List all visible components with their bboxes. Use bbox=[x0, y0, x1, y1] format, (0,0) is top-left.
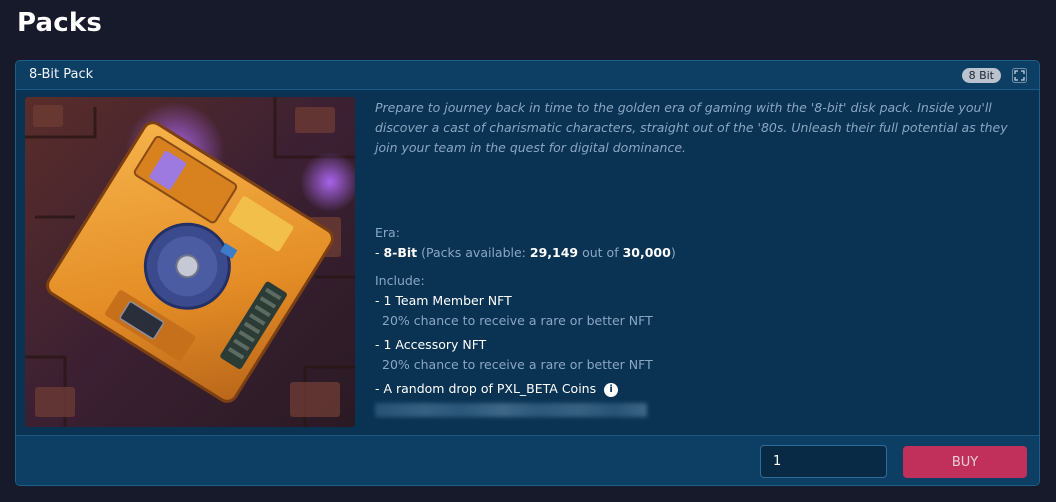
include-item-accessory-chance: 20% chance to receive a rare or better N… bbox=[382, 357, 653, 372]
card-body: Prepare to journey back in time to the g… bbox=[16, 90, 1039, 435]
include-item-accessory: - 1 Accessory NFT bbox=[375, 337, 487, 352]
era-line: - 8-Bit (Packs available: 29,149 out of … bbox=[375, 243, 1015, 263]
include-label: Include: bbox=[375, 273, 425, 288]
packs-total: 30,000 bbox=[622, 245, 671, 260]
include-item-coins-text: - A random drop of PXL_BETA Coins bbox=[375, 381, 597, 396]
era-label: Era: bbox=[375, 225, 400, 240]
include-item-team-member: - 1 Team Member NFT bbox=[375, 293, 512, 308]
pack-title: 8-Bit Pack bbox=[29, 67, 94, 82]
page-title: Packs bbox=[17, 8, 103, 38]
include-item-team-member-chance: 20% chance to receive a rare or better N… bbox=[382, 313, 653, 328]
pack-image bbox=[25, 97, 355, 427]
card-header: 8-Bit Pack 8 Bit bbox=[16, 61, 1039, 90]
info-icon[interactable]: i bbox=[604, 382, 619, 397]
expand-icon[interactable] bbox=[1012, 68, 1027, 83]
avail-close: ) bbox=[670, 245, 676, 260]
quantity-input[interactable] bbox=[760, 445, 887, 478]
avail-open: (Packs available: bbox=[417, 245, 530, 260]
era-name: 8-Bit bbox=[383, 245, 418, 260]
pack-card: 8-Bit Pack 8 Bit Prepare to journey back… bbox=[15, 60, 1040, 486]
buy-button[interactable]: BUY bbox=[903, 446, 1027, 478]
out-of-text: out of bbox=[578, 245, 623, 260]
pack-description: Prepare to journey back in time to the g… bbox=[375, 100, 1008, 155]
pack-details: Era: - 8-Bit (Packs available: 29,149 ou… bbox=[375, 223, 1015, 417]
card-footer: BUY bbox=[16, 435, 1039, 485]
blurred-coin-amount bbox=[375, 403, 647, 417]
packs-available: 29,149 bbox=[529, 245, 579, 260]
era-badge: 8 Bit bbox=[961, 68, 1001, 83]
include-item-coins: - A random drop of PXL_BETA Coins i bbox=[375, 379, 1015, 399]
